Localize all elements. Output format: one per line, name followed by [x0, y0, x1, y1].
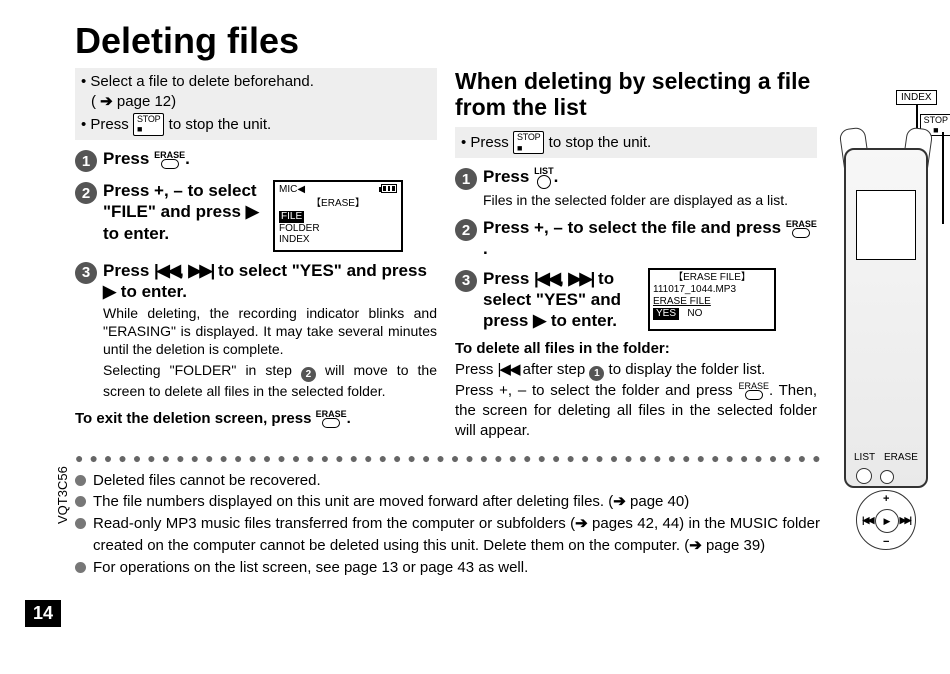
- erase-button-icon: ERASE: [786, 220, 817, 238]
- step3-b: to select "YES" and press: [213, 261, 427, 280]
- note-4: For operations on the list screen, see p…: [75, 557, 820, 579]
- note-2: The file numbers displayed on this unit …: [75, 491, 820, 513]
- r-prep-a: • Press: [461, 134, 509, 151]
- right-heading: When deleting by selecting a file from t…: [455, 68, 817, 121]
- step-number-3: 3: [75, 262, 97, 284]
- play-icon: [875, 509, 899, 533]
- mic-icon: [279, 184, 305, 197]
- doc-code: VQT3C56: [55, 466, 70, 524]
- step3-c: to enter.: [116, 282, 187, 301]
- step-number-2: 2: [75, 182, 97, 204]
- play-icon: [246, 202, 259, 221]
- r-step-number-1: 1: [455, 168, 477, 190]
- left-column: • Select a file to delete beforehand. ( …: [75, 68, 437, 442]
- step3-sub2a: Selecting "FOLDER" in step: [103, 362, 301, 378]
- step2-text: Press +, – to select "FILE" and press: [103, 181, 257, 221]
- dev-label-index: INDEX: [896, 90, 937, 105]
- step1-lead: Press: [103, 149, 149, 168]
- prep-box-left: • Select a file to delete beforehand. ( …: [75, 68, 437, 140]
- device-screen: [856, 190, 916, 260]
- r-s1-sub: Files in the selected folder are display…: [483, 191, 817, 209]
- device-body: [844, 148, 928, 488]
- arrow-icon: [689, 537, 702, 554]
- prep-line1: • Select a file to delete beforehand.: [81, 73, 314, 90]
- list-button-icon: LIST: [534, 167, 554, 189]
- r-s3c: to enter.: [546, 311, 617, 330]
- r-s2: Press +, – to select the file and press: [483, 218, 786, 237]
- lcd-title: 【ERASE】: [279, 198, 397, 211]
- arrow-icon: [575, 515, 588, 532]
- folder-del-hdr: To delete all files in the folder:: [455, 340, 670, 357]
- prep-line1-ref: page 12: [117, 93, 171, 110]
- fd1a: Press: [455, 361, 498, 378]
- lcd-erase-file: 【ERASE FILE】 111017_1044.MP3 ERASE FILE …: [648, 268, 776, 332]
- ffw-icon: [900, 515, 910, 526]
- stop-button-icon: STOP■: [513, 131, 545, 155]
- r-s1-period: .: [554, 167, 559, 186]
- prep-box-right: • Press STOP■ to stop the unit.: [455, 127, 817, 159]
- play-icon: [533, 311, 546, 330]
- r-step-number-2: 2: [455, 219, 477, 241]
- plus-icon: +: [883, 493, 889, 505]
- arrow-icon: [100, 93, 113, 110]
- page-number: 14: [25, 600, 61, 627]
- rew-icon: [534, 269, 559, 288]
- r-prep-b: to stop the unit.: [549, 134, 652, 151]
- r-step-number-3: 3: [455, 270, 477, 292]
- play-icon: [103, 282, 116, 301]
- prep-line2b: to stop the unit.: [169, 115, 272, 132]
- rew-icon: [154, 261, 179, 280]
- r-s1-lead: Press: [483, 167, 529, 186]
- ffw-icon: [568, 269, 593, 288]
- exit-instruction: To exit the deletion screen, press ERASE…: [75, 410, 437, 428]
- right-column: When deleting by selecting a file from t…: [455, 68, 817, 442]
- lcd-opt-file: FILE: [279, 211, 304, 223]
- r-s3a: Press: [483, 269, 534, 288]
- fd1c: to display the folder list.: [604, 361, 765, 378]
- control-pad: + −: [856, 490, 916, 550]
- stop-button-icon: STOP■: [133, 113, 165, 137]
- lcd-erase-menu: 【ERASE】 FILE FOLDER INDEX: [273, 180, 403, 252]
- step3-sub1: While deleting, the recording indicator …: [103, 304, 437, 359]
- lcd2-erasefile: ERASE FILE: [653, 296, 771, 308]
- erase-button-icon: ERASE: [154, 151, 185, 169]
- battery-icon: [381, 184, 397, 193]
- ffw-icon: [188, 261, 213, 280]
- step1-period: .: [185, 149, 190, 168]
- delete-all-folder: To delete all files in the folder: Press…: [455, 339, 817, 441]
- dev-label-erase: ERASE: [884, 452, 918, 463]
- note-1: Deleted files cannot be recovered.: [75, 470, 820, 492]
- dev-list-button: [856, 468, 872, 484]
- erase-button-icon: ERASE: [738, 382, 769, 400]
- step-number-1: 1: [75, 150, 97, 172]
- device-illustration: INDEX STOP■ LIST ERASE + −: [826, 90, 946, 600]
- rew-icon: [862, 515, 872, 526]
- step-ref-2: 2: [301, 367, 316, 382]
- step3-a: Press: [103, 261, 154, 280]
- lcd-opt-folder: FOLDER: [279, 223, 320, 234]
- dev-label-list: LIST: [854, 452, 875, 463]
- rew-icon: [498, 361, 519, 378]
- erase-button-icon: ERASE: [316, 410, 347, 428]
- lcd2-title: 【ERASE FILE】: [653, 272, 771, 284]
- minus-icon: −: [883, 536, 889, 548]
- lcd2-no: NO: [687, 308, 702, 319]
- dotted-divider: ●●●●●●●●●●●●●●●●●●●●●●●●●●●●●●●●●●●●●●●●…: [75, 450, 820, 466]
- manual-page: Deleting files • Select a file to delete…: [75, 20, 945, 578]
- step-ref-1: 1: [589, 366, 604, 381]
- fd1b: after step: [518, 361, 589, 378]
- fd2a: Press +, – to select the folder and pres…: [455, 382, 738, 399]
- note-3: Read-only MP3 music files transferred fr…: [75, 513, 820, 557]
- r-s2-end: .: [483, 239, 488, 258]
- notes-list: Deleted files cannot be recovered. The f…: [75, 470, 820, 579]
- lcd2-file: 111017_1044.MP3: [653, 284, 771, 296]
- prep-line2a: • Press: [81, 115, 129, 132]
- dev-erase-button: [880, 470, 894, 484]
- page-title: Deleting files: [75, 20, 945, 62]
- lcd-opt-index: INDEX: [279, 234, 310, 245]
- arrow-icon: [613, 493, 626, 510]
- lcd2-yes: YES: [653, 308, 679, 320]
- step2-end: to enter.: [103, 224, 169, 243]
